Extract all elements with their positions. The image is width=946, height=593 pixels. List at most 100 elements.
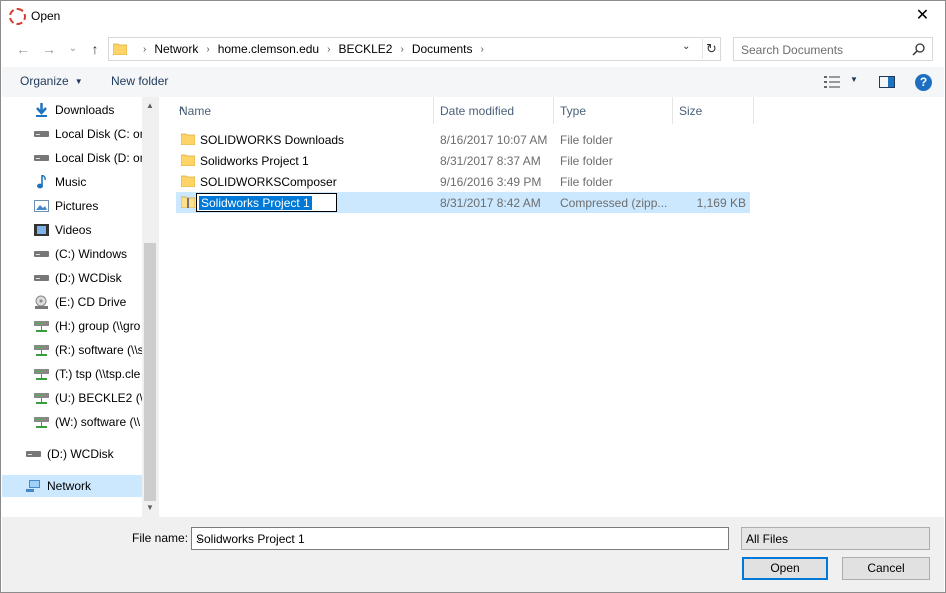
file-row[interactable]: SOLIDWORKS Downloads 8/16/2017 10:07 AM Fi… [176, 129, 750, 150]
cancel-button[interactable]: Cancel [842, 557, 930, 580]
chevron-down-icon[interactable]: ⌄ [196, 533, 722, 544]
nav-item-local-disk-d-on[interactable]: Local Disk (D: on [2, 147, 142, 169]
breadcrumb-separator[interactable]: › [327, 44, 330, 55]
back-button[interactable]: ← [13, 39, 33, 59]
nav-item-t-tsp-tsp-cle[interactable]: (T:) tsp (\\tsp.cle [2, 363, 142, 385]
scrollbar-thumb[interactable] [144, 243, 156, 501]
breadcrumb-host[interactable]: home.clemson.edu [218, 42, 319, 56]
column-size-label: Size [679, 104, 703, 118]
nav-item-label: Network [47, 479, 92, 493]
nav-item-c-windows[interactable]: (C:) Windows [2, 243, 142, 265]
nav-item-label: (W:) software (\\ [55, 415, 141, 429]
drive-icon [26, 447, 41, 461]
up-button[interactable]: ↑ [85, 39, 105, 59]
breadcrumb-network[interactable]: Network [154, 42, 198, 56]
view-dropdown-icon[interactable]: ▼ [850, 75, 858, 84]
nav-item-network[interactable]: Network [2, 475, 142, 497]
refresh-button[interactable]: ↻ [702, 39, 720, 59]
file-type: Compressed (zipp... [560, 196, 668, 210]
nav-item-w-software[interactable]: (W:) software (\\ [2, 411, 142, 433]
breadcrumb: › Network › home.clemson.edu › BECKLE2 ›… [135, 42, 492, 56]
file-size: 1,169 KB [696, 196, 746, 210]
column-header-name[interactable]: Name ^ [173, 97, 434, 124]
title-bar: Open ✕ [1, 1, 945, 32]
nav-item-label: (D:) WCDisk [55, 271, 122, 285]
organize-button[interactable]: Organize ▼ [20, 74, 83, 88]
organize-label: Organize [20, 74, 69, 88]
network-drive-icon [34, 415, 49, 429]
nav-item-downloads[interactable]: Downloads [2, 99, 142, 121]
file-type: File folder [560, 133, 613, 147]
drive-icon [34, 127, 49, 141]
nav-item-label: (E:) CD Drive [55, 295, 127, 309]
open-button[interactable]: Open [742, 557, 828, 580]
nav-item-d-wcdisk[interactable]: (D:) WCDisk [2, 267, 142, 289]
nav-item-videos[interactable]: Videos [2, 219, 142, 241]
address-dropdown-button[interactable]: ⌄ [682, 41, 690, 52]
breadcrumb-separator[interactable]: › [206, 44, 209, 55]
nav-item-local-disk-c-on[interactable]: Local Disk (C: on [2, 123, 142, 145]
pictures-icon [34, 199, 49, 213]
nav-item-label: (C:) Windows [55, 247, 128, 261]
app-logo-icon [9, 8, 26, 25]
recent-locations-button[interactable]: ⌄ [63, 39, 83, 59]
nav-item-d-wcdisk[interactable]: (D:) WCDisk [2, 443, 142, 465]
file-name-field[interactable]: Solidworks Project 1 ⌄ [191, 527, 729, 550]
nav-item-label: Pictures [55, 199, 99, 213]
file-name-label: File name: [132, 531, 189, 545]
nav-item-pictures[interactable]: Pictures [2, 195, 142, 217]
preview-pane-icon[interactable] [879, 76, 895, 88]
file-type: File folder [560, 175, 613, 189]
file-date: 8/16/2017 10:07 AM [440, 133, 548, 147]
view-options-icon[interactable] [824, 75, 840, 89]
cd-drive-icon [34, 295, 49, 309]
breadcrumb-separator: › [143, 43, 147, 55]
nav-item-label: (U:) BECKLE2 (\\ [55, 391, 142, 405]
nav-item-label: Downloads [55, 103, 115, 117]
nav-scrollbar[interactable]: ▲ ▼ [142, 97, 159, 517]
network-icon [26, 479, 41, 493]
breadcrumb-user[interactable]: BECKLE2 [338, 42, 392, 56]
file-name[interactable]: Solidworks Project 1 [199, 196, 312, 210]
column-header-type[interactable]: Type [554, 97, 673, 124]
file-name: Solidworks Project 1 [200, 154, 309, 168]
new-folder-button[interactable]: New folder [111, 74, 168, 88]
forward-button[interactable]: → [39, 39, 59, 59]
nav-item-music[interactable]: Music [2, 171, 142, 193]
column-header-size[interactable]: Size [673, 97, 754, 124]
nav-item-u-beckle2[interactable]: (U:) BECKLE2 (\\ [2, 387, 142, 409]
nav-item-label: Music [55, 175, 87, 189]
nav-item-e-cd-drive[interactable]: (E:) CD Drive [2, 291, 142, 313]
file-date: 8/31/2017 8:37 AM [440, 154, 541, 168]
scroll-up-icon[interactable]: ▲ [146, 101, 154, 110]
scroll-down-icon[interactable]: ▼ [146, 503, 154, 512]
folder-icon [180, 133, 196, 146]
file-type: File folder [560, 154, 613, 168]
folder-icon [113, 43, 127, 55]
file-type-select[interactable]: All Files ⌄ [741, 527, 930, 550]
file-row[interactable]: Solidworks Project 1 8/31/2017 8:42 AM Com… [176, 192, 750, 213]
chevron-down-icon: ▼ [74, 77, 83, 87]
music-icon [34, 174, 49, 189]
close-button[interactable]: ✕ [900, 1, 945, 32]
column-header-date[interactable]: Date modified [434, 97, 554, 124]
nav-item-r-software-s[interactable]: (R:) software (\\s [2, 339, 142, 361]
file-name: SOLIDWORKSComposer [200, 175, 337, 189]
network-drive-icon [34, 367, 49, 381]
chevron-down-icon: ⌄ [746, 533, 754, 543]
breadcrumb-documents[interactable]: Documents [412, 42, 473, 56]
file-row[interactable]: Solidworks Project 1 8/31/2017 8:37 AM Fil… [176, 150, 750, 171]
breadcrumb-separator[interactable]: › [400, 44, 403, 55]
zip-folder-icon [180, 196, 196, 209]
rename-field[interactable]: Solidworks Project 1 [196, 193, 337, 212]
help-icon[interactable]: ? [915, 74, 932, 91]
file-row[interactable]: SOLIDWORKSComposer 9/16/2016 3:49 PM File … [176, 171, 750, 192]
nav-item-h-group-gro[interactable]: (H:) group (\\gro [2, 315, 142, 337]
search-placeholder: Search Documents [741, 43, 844, 57]
address-bar[interactable]: › Network › home.clemson.edu › BECKLE2 ›… [108, 37, 721, 61]
sort-ascending-icon: ^ [179, 104, 185, 118]
file-list: Name ^ Date modified Type Size SOLIDWORK… [160, 97, 944, 517]
nav-item-label: Local Disk (C: on [55, 127, 142, 141]
search-input[interactable]: Search Documents [733, 37, 933, 61]
breadcrumb-separator[interactable]: › [481, 44, 484, 55]
